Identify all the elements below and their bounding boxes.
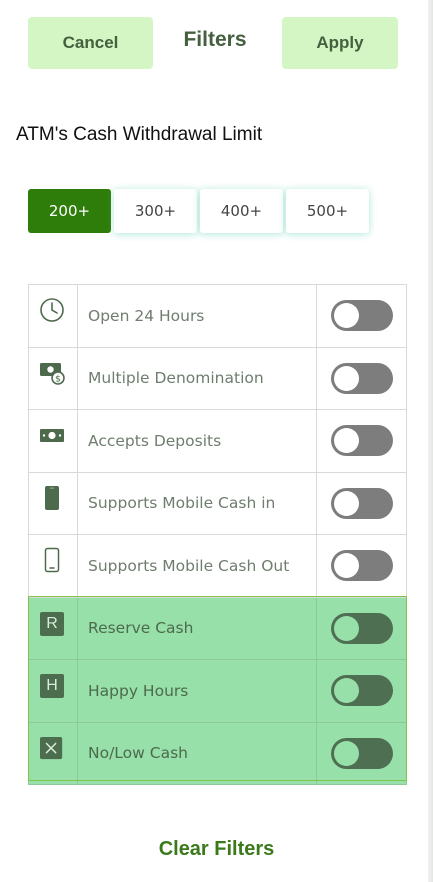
toggle-knob (333, 615, 359, 641)
feature-label: Supports Mobile Cash in (77, 471, 317, 535)
page-title: Filters (183, 28, 247, 51)
letter-r-icon: R (40, 611, 64, 636)
feature-filters-table: Open 24 Hours $ Multiple Denomination Ac… (28, 284, 407, 785)
toggle-knob (333, 678, 359, 704)
toggle-knob (333, 553, 359, 579)
feature-row-no-low-cash: No/Low Cash (28, 721, 407, 785)
toggle-knob (333, 303, 359, 329)
feature-row-reserve-cash: R Reserve Cash (28, 596, 407, 660)
feature-row-mobile-cash-out: Supports Mobile Cash Out (28, 534, 407, 598)
feature-label: Reserve Cash (77, 596, 317, 660)
limit-section-title: ATM's Cash Withdrawal Limit (16, 124, 263, 145)
banknote-icon (40, 429, 64, 442)
toggle-knob (333, 428, 359, 454)
toggle-knob (333, 490, 359, 516)
cancel-button[interactable]: Cancel (28, 17, 153, 69)
feature-label: Multiple Denomination (77, 346, 317, 410)
toggle-knob (333, 365, 359, 391)
toggle-reserve-cash[interactable] (330, 612, 393, 644)
toggle-mobile-cash-out[interactable] (330, 550, 393, 582)
feature-row-accepts-deposits: Accepts Deposits (28, 409, 407, 473)
limit-option-300[interactable]: 300+ (114, 189, 197, 233)
toggle-happy-hours[interactable] (330, 675, 393, 707)
limit-options: 200+ 300+ 400+ 500+ (28, 189, 369, 233)
feature-label: Supports Mobile Cash Out (77, 534, 317, 598)
letter-h-icon: H (40, 674, 64, 698)
phone-outline-icon (44, 547, 60, 573)
feature-row-open-24-hours: Open 24 Hours (28, 284, 407, 348)
feature-row-happy-hours: H Happy Hours (28, 659, 407, 723)
toggle-knob (333, 740, 359, 766)
toggle-accepts-deposits[interactable] (330, 425, 393, 457)
clear-filters-button[interactable]: Clear Filters (0, 838, 433, 861)
feature-row-multiple-denomination: $ Multiple Denomination (28, 346, 407, 410)
limit-option-500[interactable]: 500+ (286, 189, 369, 233)
feature-label: No/Low Cash (77, 721, 317, 785)
feature-row-mobile-cash-in: Supports Mobile Cash in (28, 471, 407, 535)
svg-text:$: $ (55, 374, 61, 384)
feature-label: Accepts Deposits (77, 409, 317, 473)
toggle-mobile-cash-in[interactable] (330, 487, 393, 519)
limit-option-400[interactable]: 400+ (200, 189, 283, 233)
clock-icon (40, 298, 64, 322)
toggle-open-24-hours[interactable] (330, 300, 393, 332)
limit-option-200[interactable]: 200+ (28, 189, 111, 233)
feature-label: Open 24 Hours (77, 284, 317, 348)
feature-label: Happy Hours (77, 659, 317, 723)
phone-filled-icon (45, 485, 59, 510)
cash-coins-icon: $ (40, 362, 65, 385)
x-box-icon (40, 736, 63, 759)
toggle-no-low-cash[interactable] (330, 737, 393, 769)
apply-button[interactable]: Apply (282, 17, 398, 69)
toggle-multiple-denomination[interactable] (330, 362, 393, 394)
scroll-edge (428, 0, 433, 882)
